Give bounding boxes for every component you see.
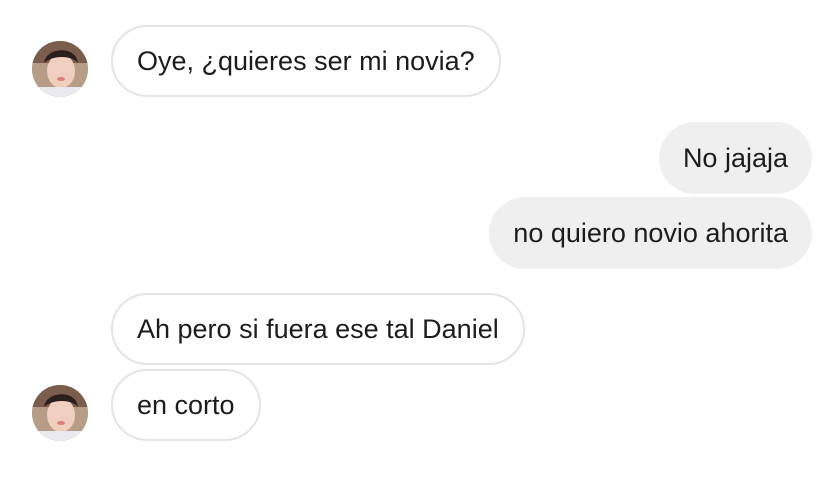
message-text: en corto <box>137 390 235 420</box>
sender-avatar[interactable] <box>32 41 88 97</box>
incoming-message-bubble[interactable]: Oye, ¿quieres ser mi novia? <box>111 25 501 97</box>
outgoing-message-bubble[interactable]: no quiero novio ahorita <box>489 197 812 269</box>
avatar-image <box>32 41 88 97</box>
message-text: Ah pero si fuera ese tal Daniel <box>137 314 499 344</box>
sender-avatar[interactable] <box>32 385 88 441</box>
incoming-message-bubble[interactable]: Ah pero si fuera ese tal Daniel <box>111 293 525 365</box>
outgoing-message-bubble[interactable]: No jajaja <box>658 122 812 194</box>
avatar-image <box>32 385 88 441</box>
message-text: no quiero novio ahorita <box>513 218 788 248</box>
message-text: No jajaja <box>682 143 788 173</box>
incoming-message-bubble[interactable]: en corto <box>111 369 261 441</box>
message-text: Oye, ¿quieres ser mi novia? <box>137 46 475 76</box>
chat-thread: Oye, ¿quieres ser mi novia? No jajaja no… <box>0 0 828 481</box>
